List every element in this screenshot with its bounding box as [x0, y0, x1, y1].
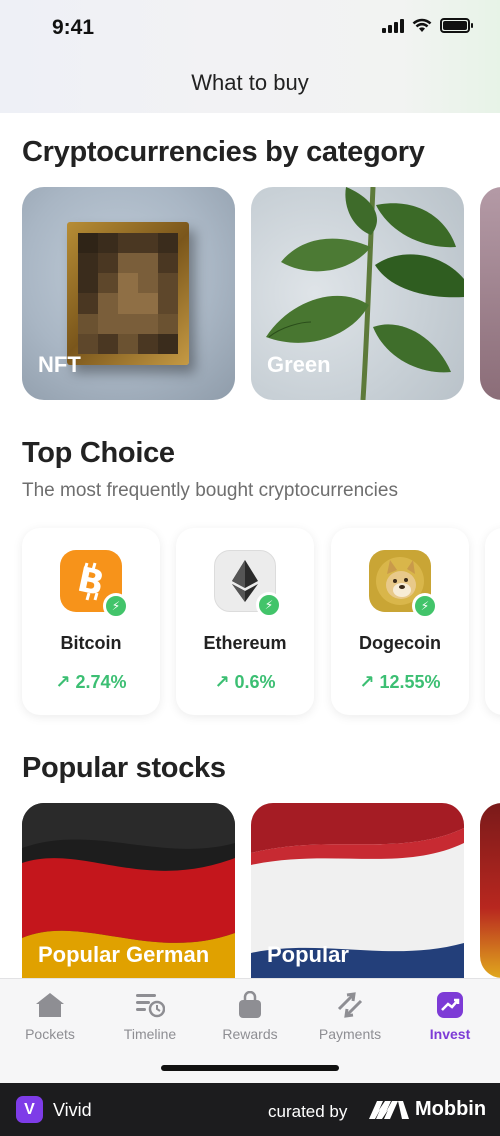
tab-label: Payments — [318, 1026, 382, 1042]
tab-label: Invest — [429, 1026, 471, 1042]
category-card-green[interactable]: Green — [251, 187, 464, 400]
arrows-swap-icon — [334, 991, 366, 1019]
tab-invest[interactable]: Invest — [400, 979, 500, 1059]
coin-name: Dogecoin — [358, 633, 441, 653]
trend-up-icon: ↗ — [214, 672, 235, 692]
app-name: Vivid — [53, 1100, 92, 1120]
tab-rewards[interactable]: Rewards — [200, 979, 300, 1059]
trend-up-icon: ↗ — [359, 672, 380, 692]
category-card-nft[interactable]: NFT — [22, 187, 235, 400]
curated-by-label: curated by — [268, 1102, 348, 1121]
vivid-logo-icon: V — [16, 1096, 43, 1123]
pixelated-painting-image — [67, 222, 189, 365]
house-icon — [34, 991, 66, 1019]
coin-name: Bitcoin — [60, 633, 122, 653]
coin-name: Ethereum — [203, 633, 287, 653]
categories-title: Cryptocurrencies by category — [22, 136, 425, 168]
lightning-icon: ⚡ — [256, 592, 282, 618]
mobbin-logo-icon — [369, 1101, 409, 1119]
footer-bar: V Vivid curated by Mobbin — [0, 1083, 500, 1136]
chart-icon — [434, 991, 466, 1019]
stock-label: Popular German — [38, 942, 210, 967]
shopping-bag-icon — [234, 991, 266, 1019]
stock-card-peek[interactable] — [480, 803, 500, 978]
top-choice-title: Top Choice — [22, 437, 175, 469]
battery-icon — [440, 18, 473, 33]
svg-text:B: B — [74, 561, 108, 601]
top-choice-subtitle: The most frequently bought cryptocurrenc… — [22, 480, 398, 501]
stock-label: Popular — [267, 942, 349, 967]
tab-label: Rewards — [222, 1026, 278, 1042]
ethereum-icon: ⚡ — [214, 550, 282, 618]
bitcoin-icon: B ⚡ — [60, 550, 129, 619]
tab-label: Pockets — [25, 1026, 75, 1042]
category-label: Green — [267, 352, 331, 377]
page-title: What to buy — [191, 70, 309, 95]
coin-card-peek[interactable] — [485, 528, 500, 715]
brand-name: Mobbin — [415, 1098, 487, 1120]
coin-change: ↗ 0.6% — [214, 672, 276, 692]
lightning-icon: ⚡ — [103, 593, 129, 619]
category-card-peek[interactable] — [480, 187, 500, 400]
tab-payments[interactable]: Payments — [300, 979, 400, 1059]
header-area: 9:41 What to buy — [0, 0, 500, 113]
tab-pockets[interactable]: Pockets — [0, 979, 100, 1059]
stock-card-german[interactable]: Popular German — [22, 803, 235, 983]
stock-card-dutch[interactable]: Popular — [251, 803, 464, 983]
popular-stocks-title: Popular stocks — [22, 752, 226, 784]
coin-change: ↗ 2.74% — [55, 672, 127, 692]
category-label: NFT — [38, 352, 81, 377]
timeline-icon — [134, 991, 166, 1019]
wifi-icon — [412, 18, 432, 32]
home-indicator[interactable] — [161, 1065, 339, 1071]
coin-change: ↗ 12.55% — [359, 672, 441, 692]
tab-label: Timeline — [123, 1026, 177, 1042]
signal-icon — [382, 18, 404, 33]
lightning-icon: ⚡ — [412, 593, 438, 619]
dogecoin-icon: ⚡ — [369, 550, 438, 619]
tab-timeline[interactable]: Timeline — [100, 979, 200, 1059]
status-icons — [382, 18, 473, 33]
status-time: 9:41 — [52, 16, 95, 39]
trend-up-icon: ↗ — [55, 672, 76, 692]
